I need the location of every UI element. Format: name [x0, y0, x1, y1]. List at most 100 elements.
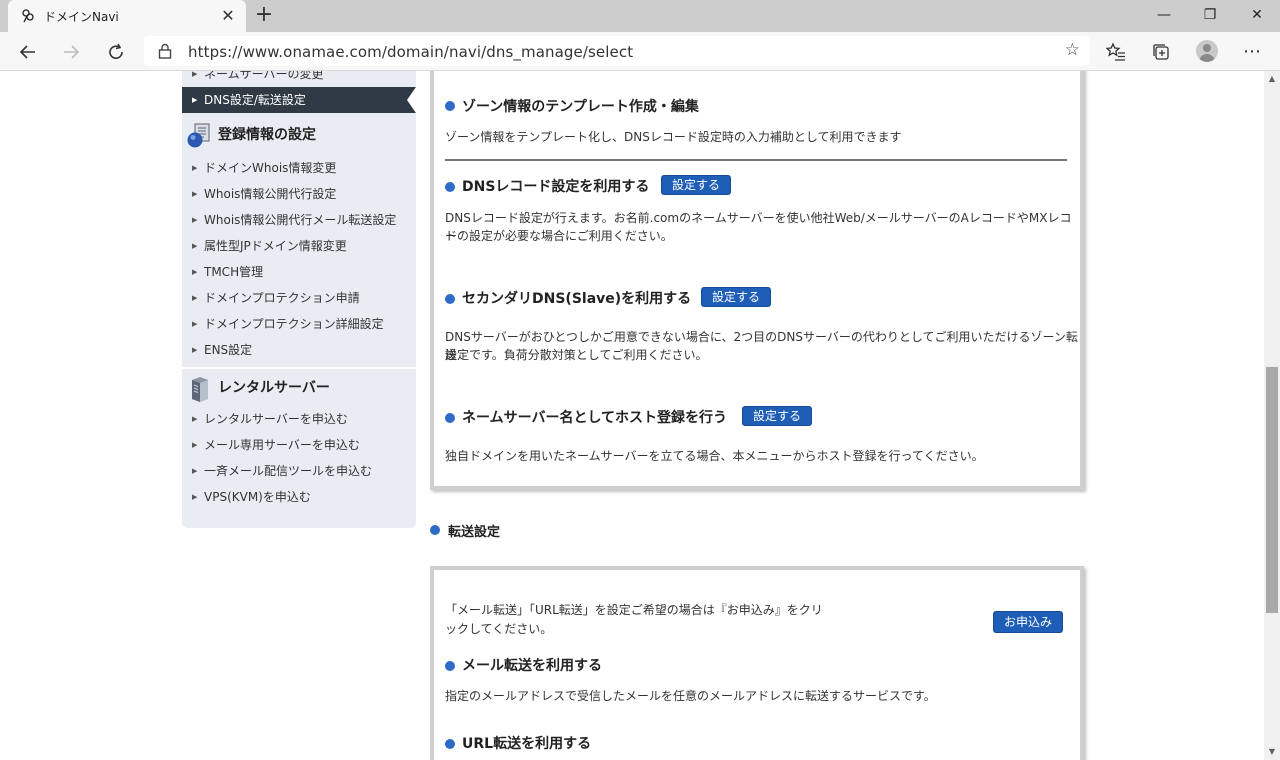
transfer-intro-line1: 「メール転送」「URL転送」を設定ご希望の場合は『お申込み』をクリ [445, 603, 823, 617]
vertical-scrollbar[interactable]: ▲ ▼ [1264, 71, 1280, 760]
sidebar-heading-label: レンタルサーバー [218, 380, 330, 396]
bullet-triangle-icon: ▶ [192, 71, 198, 78]
bullet-triangle-icon: ▶ [192, 164, 198, 172]
sidebar-item-label: ドメインWhois情報変更 [204, 161, 337, 175]
transfer-settings-heading: 転送設定 [448, 525, 501, 540]
scroll-down-arrow-icon[interactable]: ▼ [1264, 744, 1280, 760]
sidebar-item[interactable]: ▶ TMCH管理 [182, 259, 416, 285]
server-icon [192, 377, 208, 402]
section-desc-zone-template: ゾーン情報をテンプレート化し、DNSレコード設定時の入力補助として利用できます [445, 130, 902, 144]
sidebar-item[interactable]: ▶ ドメインWhois情報変更 [182, 155, 416, 181]
bullet-triangle-icon: ▶ [192, 190, 198, 198]
host-registration-setup-button[interactable]: 設定する [742, 406, 813, 426]
sidebar-item-label: 一斉メール配信ツールを申込む [204, 464, 373, 478]
bullet-triangle-icon: ▶ [192, 441, 198, 449]
bullet-triangle-icon: ▶ [192, 467, 198, 475]
refresh-icon[interactable] [103, 39, 129, 65]
back-icon[interactable] [15, 39, 41, 65]
bullet-triangle-icon: ▶ [192, 415, 198, 423]
more-menu-icon[interactable]: ⋯ [1239, 39, 1265, 65]
bullet-triangle-icon: ▶ [192, 294, 198, 302]
sidebar-item-label: ドメインプロテクション申請 [204, 291, 360, 305]
section-title-zone-template: ゾーン情報のテンプレート作成・編集 [462, 99, 699, 115]
bullet-triangle-icon: ▶ [192, 242, 198, 250]
minimize-button[interactable]: — [1141, 0, 1187, 32]
section-divider [445, 159, 1067, 161]
tab-strip: ドメインNavi ✕ + — ❐ ✕ [0, 0, 1280, 32]
url-text[interactable]: https://www.onamae.com/domain/navi/dns_m… [188, 43, 633, 61]
sidebar-heading-rental-server: レンタルサーバー [182, 370, 416, 406]
bullet-dot-icon [445, 101, 455, 111]
bullet-triangle-icon: ▶ [192, 346, 198, 354]
secondary-dns-setup-button[interactable]: 設定する [701, 287, 772, 307]
bullet-triangle-icon: ▶ [192, 216, 198, 224]
apply-button[interactable]: お申込み [993, 611, 1064, 633]
sidebar-item[interactable]: ▶ 一斉メール配信ツールを申込む [182, 458, 416, 484]
bullet-dot-icon [445, 294, 455, 304]
sidebar-item-label: DNS設定/転送設定 [204, 93, 306, 107]
sidebar-item-nameserver-change[interactable]: ▶ ネームサーバーの変更 [182, 71, 416, 87]
sidebar: ▶ ネームサーバーの変更 ▶ DNS設定/転送設定 登録情報の設定 ▶ ドメインW… [182, 71, 416, 528]
bullet-triangle-icon: ▶ [192, 268, 198, 276]
sidebar-item-label: メール専用サーバーを申込む [204, 438, 360, 452]
sidebar-item[interactable]: ▶ 属性型JPドメイン情報変更 [182, 233, 416, 259]
dns-settings-panel: ゾーン情報のテンプレート作成・編集 ゾーン情報をテンプレート化し、DNSレコード… [430, 71, 1084, 490]
sidebar-item[interactable]: ▶ Whois情報公開代行メール転送設定 [182, 207, 416, 233]
window-close-button[interactable]: ✕ [1234, 0, 1280, 32]
sidebar-item[interactable]: ▶ レンタルサーバーを申込む [182, 406, 416, 432]
tab-close-icon[interactable]: ✕ [218, 6, 238, 26]
sidebar-item[interactable]: ▶ VPS(KVM)を申込む [182, 484, 416, 510]
bullet-dot-icon [445, 661, 455, 671]
new-tab-button[interactable]: + [252, 4, 276, 28]
sidebar-item-dns-settings[interactable]: ▶ DNS設定/転送設定 [182, 87, 416, 113]
browser-toolbar: https://www.onamae.com/domain/navi/dns_m… [0, 32, 1280, 71]
section-title-secondary-dns: セカンダリDNS(Slave)を利用する [462, 291, 692, 307]
sidebar-divider [182, 367, 416, 369]
address-bar[interactable]: https://www.onamae.com/domain/navi/dns_m… [144, 36, 1090, 66]
section-desc-host-registration: 独自ドメインを用いたネームサーバーを立てる場合、本メニューからホスト登録を行って… [445, 449, 984, 463]
bullet-dot-icon [430, 525, 440, 535]
section-title-host-registration: ネームサーバー名としてホスト登録を行う [462, 410, 728, 426]
favorite-star-icon[interactable]: ☆ [1065, 40, 1080, 60]
bullet-dot-icon [445, 739, 455, 749]
collections-icon[interactable] [1148, 39, 1174, 65]
scroll-up-arrow-icon[interactable]: ▲ [1264, 71, 1280, 87]
profile-avatar[interactable] [1196, 40, 1218, 62]
tab-title: ドメインNavi [44, 10, 119, 24]
sidebar-item[interactable]: ▶ ENS設定 [182, 337, 416, 363]
bullet-triangle-icon: ▶ [192, 493, 198, 501]
bullet-triangle-icon: ▶ [192, 96, 198, 104]
section-desc-secondary-dns-line2: 設定です。負荷分散対策としてご利用ください。 [445, 348, 708, 362]
favorites-list-icon[interactable] [1103, 39, 1129, 65]
forward-icon[interactable] [58, 39, 84, 65]
registration-info-icon [187, 123, 210, 148]
sidebar-item[interactable]: ▶ ドメインプロテクション詳細設定 [182, 311, 416, 337]
sidebar-item-label: Whois情報公開代行メール転送設定 [204, 213, 397, 227]
transfer-intro-line2: ックしてください。 [445, 622, 553, 636]
sidebar-item[interactable]: ▶ メール専用サーバーを申込む [182, 432, 416, 458]
lock-icon [158, 43, 172, 59]
section-title-mail-forwarding: メール転送を利用する [462, 658, 602, 674]
bullet-triangle-icon: ▶ [192, 320, 198, 328]
sidebar-heading-label: 登録情報の設定 [218, 127, 316, 143]
scrollbar-thumb[interactable] [1266, 367, 1278, 613]
onamae-favicon-icon [22, 9, 34, 23]
restore-button[interactable]: ❐ [1187, 0, 1233, 32]
browser-tab[interactable]: ドメインNavi ✕ [8, 0, 246, 32]
sidebar-heading-registration: 登録情報の設定 [182, 117, 416, 153]
sidebar-item-label: レンタルサーバーを申込む [204, 412, 348, 426]
dns-record-setup-button[interactable]: 設定する [661, 175, 732, 195]
sidebar-item[interactable]: ▶ ドメインプロテクション申請 [182, 285, 416, 311]
section-desc-dns-record-line2: ドの設定が必要な場合にご利用ください。 [445, 229, 673, 243]
sidebar-item-label: ネームサーバーの変更 [204, 71, 324, 81]
section-title-dns-record: DNSレコード設定を利用する [462, 179, 650, 195]
sidebar-item-label: ドメインプロテクション詳細設定 [204, 317, 384, 331]
sidebar-item-label: ENS設定 [204, 343, 253, 357]
sidebar-item[interactable]: ▶ Whois情報公開代行設定 [182, 181, 416, 207]
sidebar-item-label: VPS(KVM)を申込む [204, 490, 311, 504]
sidebar-item-label: 属性型JPドメイン情報変更 [204, 239, 347, 253]
bullet-dot-icon [445, 182, 455, 192]
section-title-url-forwarding: URL転送を利用する [462, 736, 592, 752]
page-viewport: ▶ ネームサーバーの変更 ▶ DNS設定/転送設定 登録情報の設定 ▶ ドメインW… [0, 71, 1264, 760]
sidebar-item-label: TMCH管理 [204, 265, 264, 279]
